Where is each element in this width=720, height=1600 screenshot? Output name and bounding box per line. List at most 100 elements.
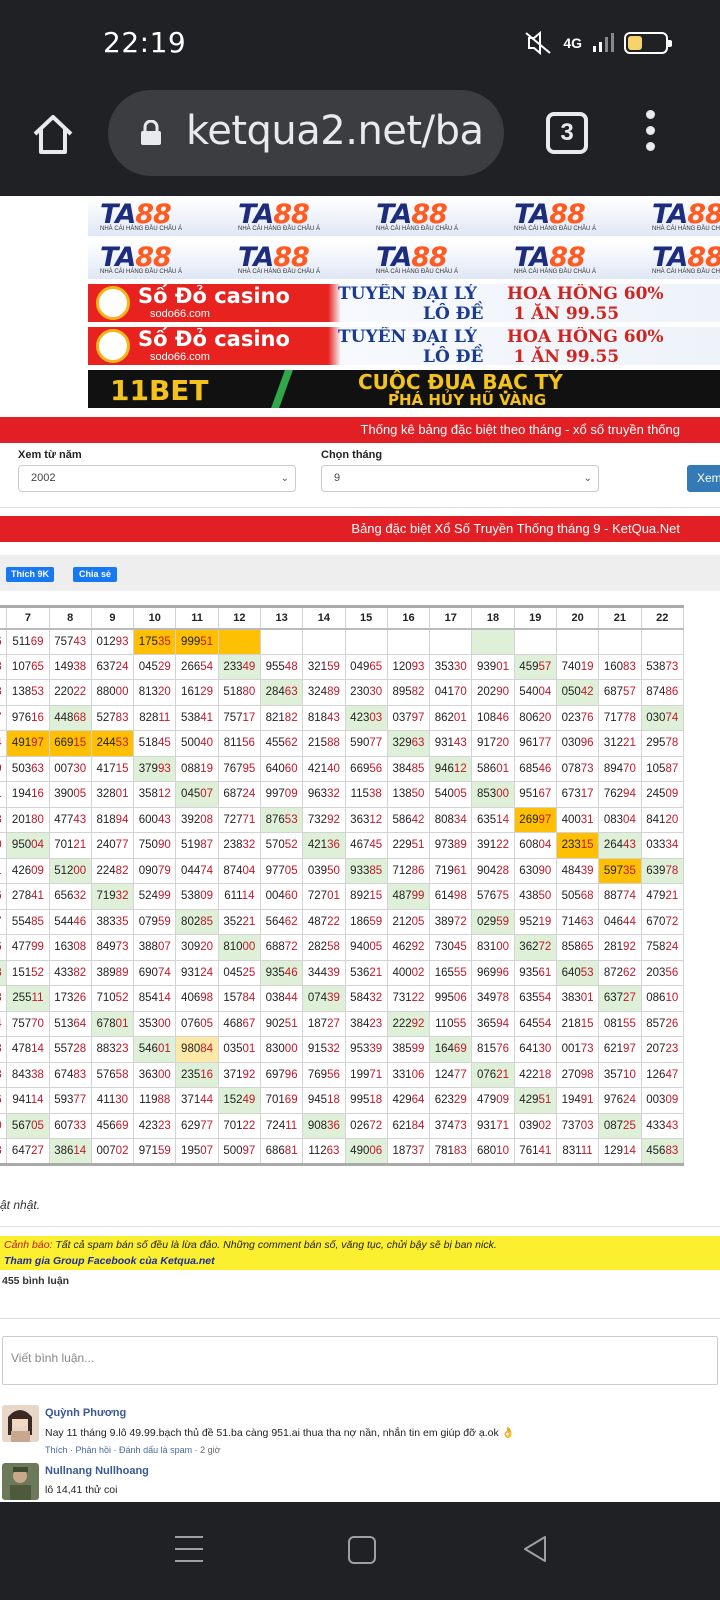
result-cell: 40698 [175,985,219,1012]
month-select[interactable]: 9 ⌄ [321,465,599,492]
home-icon[interactable] [28,110,78,160]
result-cell: 68872 [259,934,304,961]
result-cell: 75090 [133,832,177,859]
result-cell: 72411 [259,1112,304,1139]
result-cell: 10765 [6,653,50,680]
sodo-banner[interactable]: Số Đỏ casino sodo66.com TUYỂN ĐẠI LÝ HOA … [88,327,720,365]
result-cell: 91720 [471,730,515,757]
result-cell: 75717 [217,704,261,731]
result-cell: 84973 [90,934,135,961]
result-cell: 76141 [513,1138,557,1165]
result-cell: 59077 [344,730,388,757]
result-cell: 39703 [0,959,8,986]
result-cell: 40002 [386,959,431,986]
result-cell: 26443 [598,832,642,859]
commenter-name[interactable]: Quỳnh Phương [45,1407,126,1419]
result-cell: 99506 [429,985,473,1012]
year-select[interactable]: 2002 ⌄ [18,465,296,492]
result-cell: 30920 [175,934,219,961]
result-cell: 67801 [90,1010,135,1037]
mark-spam-link[interactable]: Đánh dấu là spam [119,1445,192,1455]
facebook-group-link[interactable]: Tham gia Group Facebook của Ketqua.net [4,1255,215,1267]
screen: 22:19 4G ketqua2.net/ban 3 TA88 NHÀ CÁI … [0,0,720,1600]
day-header: 20 [555,606,600,630]
result-cell: 61498 [429,883,473,910]
result-cell: 38485 [386,755,431,782]
table-row: 4749755485544463833507959802853522156462… [0,908,684,935]
back-icon[interactable] [520,1534,550,1564]
day-header: 14 [302,606,346,630]
result-cell: 29578 [640,730,684,757]
avatar[interactable] [2,1463,39,1500]
result-cell: 37144 [175,1087,219,1114]
result-cell: 47497 [0,908,8,935]
result-cell: 62329 [429,1087,473,1114]
result-cell: 35710 [598,1061,642,1088]
result-cell: 76956 [302,1061,346,1088]
table-row: 3970315152433823898969074931240452593546… [0,959,684,986]
result-cell: 07621 [471,1061,515,1088]
result-cell: 28463 [259,679,304,706]
result-cell: 75824 [640,934,684,961]
facebook-like-button[interactable]: Thích 9K [6,567,55,582]
reply-link[interactable]: Phản hồi [76,1445,112,1455]
avatar[interactable] [2,1405,39,1442]
result-cell: 22022 [48,679,92,706]
result-cell: 73170 [0,1112,8,1139]
result-cell: 59377 [48,1087,92,1114]
result-cell: 82182 [259,704,304,731]
result-cell: 08725 [598,1112,642,1139]
11bet-banner[interactable]: 11BET CUỘC ĐUA BẠC TỶ PHÁ HỦY HŨ VÀNG [88,370,720,408]
result-cell: 62197 [598,1036,642,1063]
result-cell: 52499 [133,883,177,910]
tab-switcher-button[interactable]: 3 [546,112,588,154]
result-cell: 51364 [48,1010,92,1037]
sodo-banner[interactable]: Số Đỏ casino sodo66.com TUYỂN ĐẠI LÝ HOA … [88,284,720,322]
result-cell: 78183 [429,1138,473,1165]
updated-note: ật nhật. [0,1198,41,1212]
result-cell: 54446 [48,908,92,935]
result-cell: 50568 [555,883,600,910]
result-cell: 54369 [0,755,8,782]
result-cell: 35330 [429,653,473,680]
chevron-down-icon: ⌄ [280,473,289,484]
commenter-name[interactable]: Nullnang Nullhoang [45,1465,149,1477]
section-heading: Thống kê bảng đặc biệt theo tháng - xổ s… [0,417,720,443]
result-cell: 38807 [133,934,177,961]
table-row: 7710142609512002248209079044748740497705… [0,857,684,884]
result-cell: 74438 [0,985,8,1012]
like-link[interactable]: Thích [45,1445,68,1455]
facebook-share-button[interactable]: Chia sẻ [73,567,118,582]
address-bar[interactable]: ketqua2.net/ban [108,90,504,176]
ta88-banner[interactable]: TA88 NHÀ CÁI HÀNG ĐẦU CHÂU Á TA88 NHÀ CÁI … [88,241,720,279]
result-cell: 01293 [90,628,135,655]
result-cell: 12914 [598,1138,642,1165]
result-cell: 66915 [48,730,92,757]
ta88-banner[interactable]: TA88 NHÀ CÁI HÀNG ĐẦU CHÂU Á TA88 NHÀ CÁI … [88,198,720,236]
home-button-icon[interactable] [348,1536,376,1564]
view-button[interactable]: Xem [687,465,720,492]
table-row: 5436950363007304171537993088197679564060… [0,755,684,782]
result-cell: 04965 [344,653,388,680]
result-cell: 32801 [90,781,135,808]
result-cell: 23832 [217,832,261,859]
result-cell: 71778 [598,704,642,731]
recent-apps-icon[interactable] [175,1536,203,1562]
more-menu-icon[interactable] [644,110,656,158]
result-cell: 89470 [598,755,642,782]
result-cell: 21815 [555,1010,600,1037]
result-cell: 67072 [640,908,684,935]
result-cell: 20356 [640,959,684,986]
day-header: 16 [386,606,431,630]
table-row: 6451095004701212407775090519872383257052… [0,832,684,859]
result-cell: 08819 [175,755,219,782]
comment-input[interactable]: Viết bình luận... [2,1336,718,1385]
result-cell: 53873 [640,653,684,680]
result-cell: 04525 [217,959,261,986]
result-cell: 88323 [90,1036,135,1063]
result-cell: 24453 [90,730,135,757]
result-cell: 05042 [555,679,600,706]
warning-label: Cảnh báo: [4,1239,53,1251]
result-cell: 46292 [386,934,431,961]
result-cell: 81843 [302,704,346,731]
